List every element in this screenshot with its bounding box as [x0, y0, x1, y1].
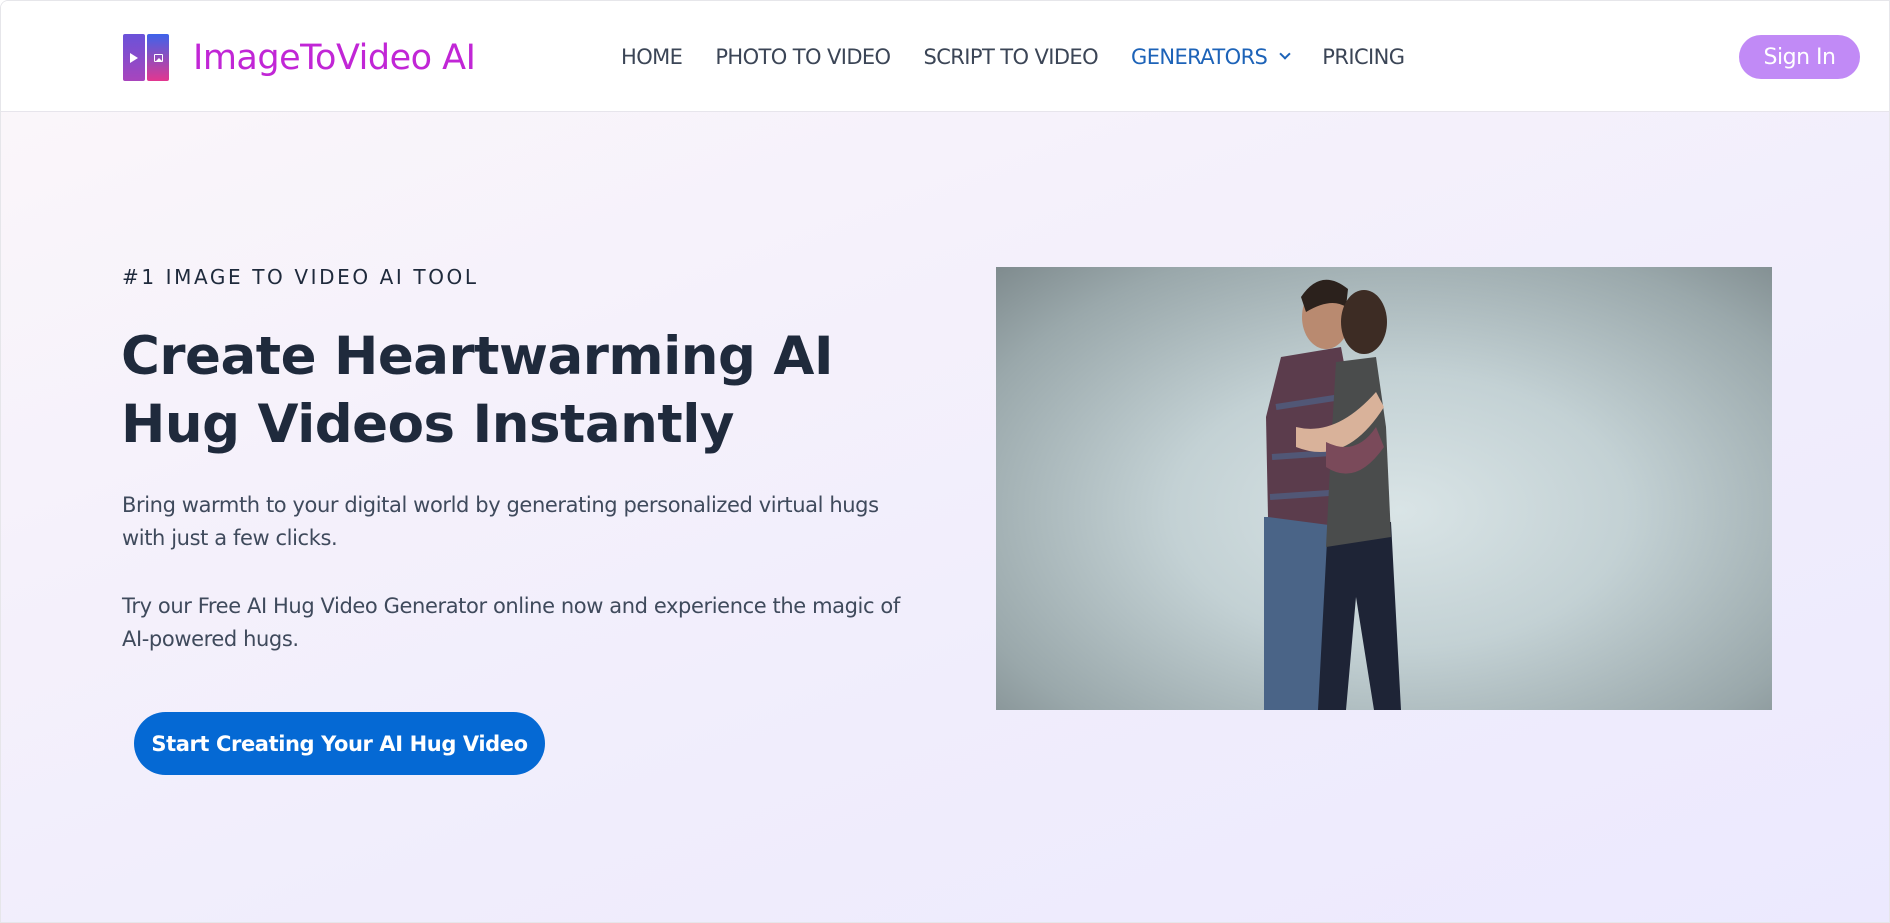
hug-illustration: [1264, 279, 1401, 710]
site-header: ImageToVideo AI HOME PHOTO TO VIDEO SCRI…: [1, 1, 1889, 112]
logo-mark: [123, 34, 169, 81]
sign-in-button[interactable]: Sign In: [1739, 35, 1860, 79]
hero-title: Create Heartwarming AI Hug Videos Instan…: [121, 326, 834, 455]
play-icon: [130, 52, 138, 63]
main-nav: HOME PHOTO TO VIDEO SCRIPT TO VIDEO GENE…: [621, 1, 1405, 112]
woman-head: [1341, 290, 1387, 354]
page: ImageToVideo AI HOME PHOTO TO VIDEO SCRI…: [0, 0, 1890, 923]
nav-photo-to-video[interactable]: PHOTO TO VIDEO: [715, 45, 891, 69]
hero-subdescription: Try our Free AI Hug Video Generator onli…: [122, 594, 900, 651]
chevron-down-icon: [1279, 47, 1291, 60]
nav-script-to-video[interactable]: SCRIPT TO VIDEO: [924, 45, 1099, 69]
nav-home[interactable]: HOME: [621, 45, 683, 69]
image-icon: [153, 53, 163, 62]
nav-generators-label: GENERATORS: [1131, 44, 1268, 69]
brand-name: ImageToVideo AI: [193, 37, 476, 78]
brand-logo[interactable]: ImageToVideo AI: [123, 34, 476, 81]
hero-description: Bring warmth to your digital world by ge…: [122, 493, 879, 550]
nav-pricing[interactable]: PRICING: [1322, 45, 1405, 69]
nav-generators[interactable]: GENERATORS: [1131, 44, 1291, 69]
start-creating-button[interactable]: Start Creating Your AI Hug Video: [134, 712, 545, 775]
hero-image: [996, 267, 1772, 710]
woman-legs: [1318, 522, 1401, 710]
logo-panel-image: [147, 34, 169, 81]
hero-eyebrow: #1 IMAGE TO VIDEO AI TOOL: [122, 265, 479, 289]
logo-panel-video: [123, 34, 145, 81]
